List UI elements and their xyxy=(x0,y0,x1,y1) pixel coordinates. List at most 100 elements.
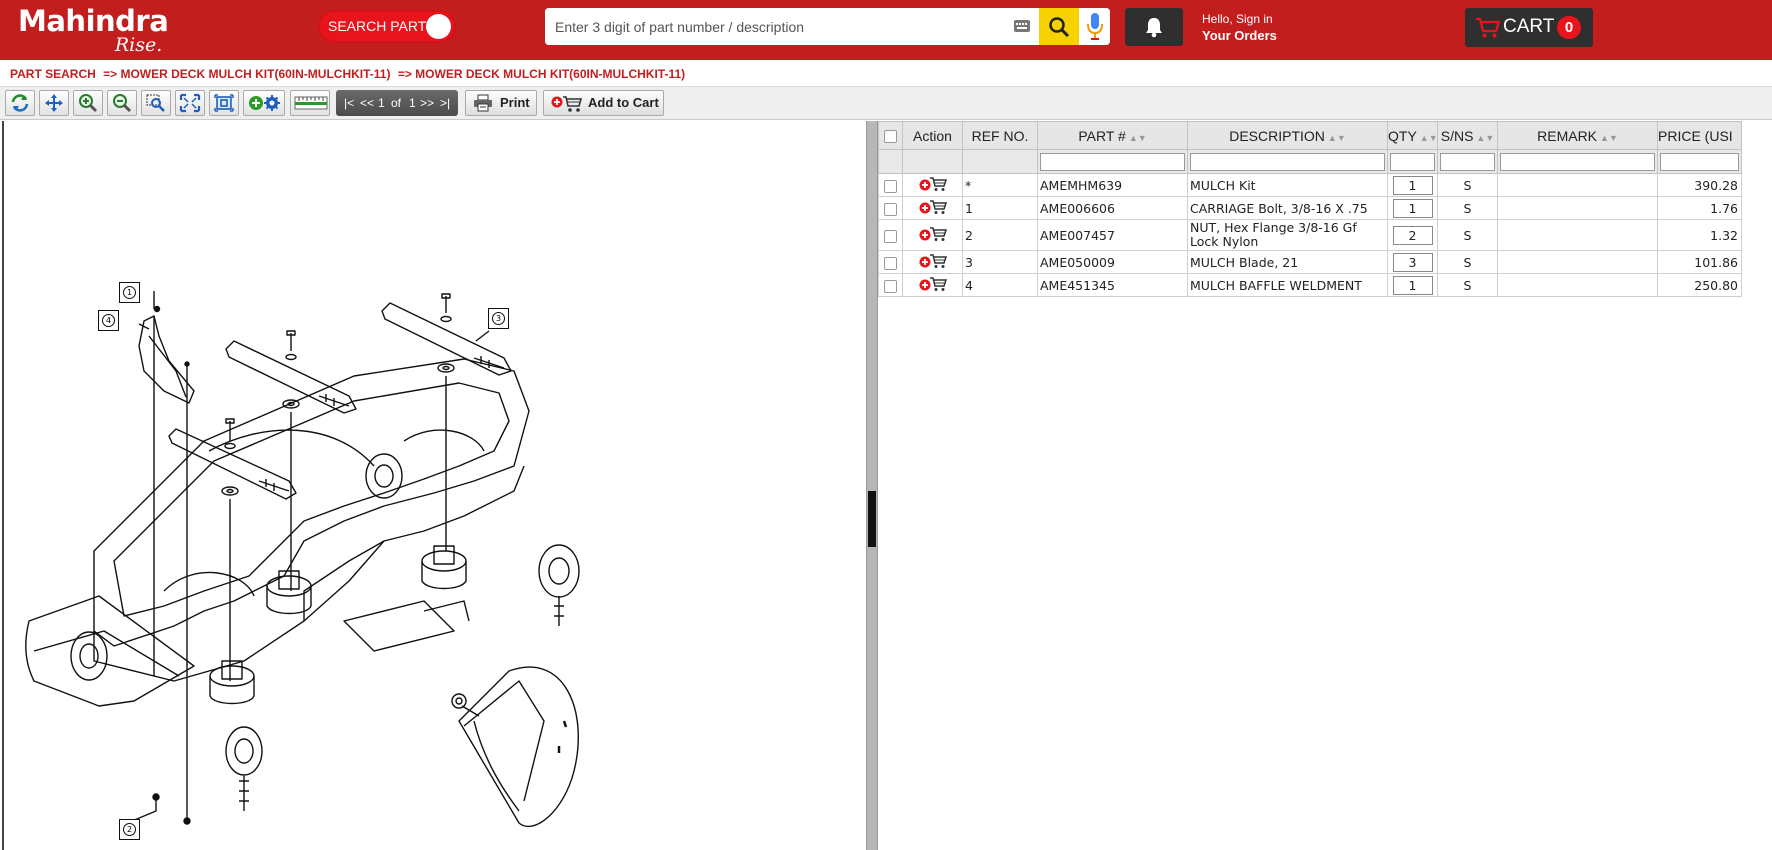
sort-icon: ▲▼ xyxy=(1600,132,1618,143)
zoom-in-button[interactable] xyxy=(73,90,103,116)
breadcrumb: PART SEARCH => MOWER DECK MULCH KIT(60IN… xyxy=(0,60,1772,87)
current-page-number[interactable]: 1 xyxy=(378,90,385,116)
column-header-part-number[interactable]: PART # ▲▼ xyxy=(1037,121,1188,150)
row-action-cell xyxy=(902,173,963,197)
last-page-button[interactable]: >| xyxy=(440,90,450,116)
search-input[interactable] xyxy=(545,8,1020,45)
filter-part-number-input[interactable] xyxy=(1040,152,1185,171)
row-remark xyxy=(1497,250,1658,274)
filter-qty-input[interactable] xyxy=(1390,152,1435,171)
zoom-window-icon xyxy=(146,94,165,112)
row-select-cell xyxy=(878,196,903,220)
splitter-handle[interactable] xyxy=(868,491,876,547)
pane-splitter[interactable] xyxy=(866,121,878,850)
row-select-cell xyxy=(878,250,903,274)
cart-button[interactable]: CART 0 xyxy=(1465,8,1593,47)
parts-diagram-pane[interactable]: 1 2 3 4 xyxy=(2,121,866,850)
filter-price-input[interactable] xyxy=(1660,152,1739,171)
filter-description-input[interactable] xyxy=(1190,152,1385,171)
row-select-cell xyxy=(878,219,903,251)
row-checkbox[interactable] xyxy=(884,279,897,293)
first-page-button[interactable]: |< xyxy=(344,90,354,116)
fit-to-screen-button[interactable] xyxy=(175,90,205,116)
add-to-cart-icon[interactable] xyxy=(919,226,947,245)
column-header-sns[interactable]: S/NS ▲▼ xyxy=(1437,121,1498,150)
measure-button[interactable] xyxy=(290,90,330,116)
your-orders-link[interactable]: Your Orders xyxy=(1202,27,1277,44)
column-header-ref-no[interactable]: REF NO. xyxy=(962,121,1038,150)
logo-tagline: Rise. xyxy=(114,34,163,56)
zoom-window-button[interactable] xyxy=(141,90,171,116)
settings-button[interactable] xyxy=(243,90,285,116)
qty-input[interactable]: 3 xyxy=(1392,252,1433,272)
add-to-cart-icon xyxy=(551,96,583,112)
callout-2[interactable]: 2 xyxy=(119,819,140,840)
site-header: Mahindra Rise. SEARCH PART Hello, Sign i… xyxy=(0,0,1772,60)
add-to-cart-icon[interactable] xyxy=(919,253,947,272)
row-qty-cell: 1 xyxy=(1387,173,1438,197)
row-checkbox[interactable] xyxy=(884,256,897,270)
mahindra-logo[interactable]: Mahindra Rise. xyxy=(18,6,169,56)
row-sns: S xyxy=(1437,196,1498,220)
next-page-button[interactable]: >> xyxy=(420,90,434,116)
qty-input[interactable]: 1 xyxy=(1392,275,1433,295)
table-row[interactable]: 2 AME007457 NUT, Hex Flange 3/8-16 Gf Lo… xyxy=(878,219,1742,251)
notifications-button[interactable] xyxy=(1125,8,1183,46)
sort-icon: ▲▼ xyxy=(1128,132,1147,143)
row-checkbox[interactable] xyxy=(884,229,897,243)
table-row[interactable]: 4 AME451345 MULCH BAFFLE WELDMENT 1 S 25… xyxy=(878,273,1742,297)
column-header-qty[interactable]: QTY ▲▼ xyxy=(1387,121,1438,150)
row-description: MULCH Kit xyxy=(1187,173,1388,197)
voice-search-button[interactable] xyxy=(1079,8,1110,45)
column-header-description[interactable]: DESCRIPTION ▲▼ xyxy=(1187,121,1388,150)
row-part-number: AME006606 xyxy=(1037,196,1188,220)
keyboard-icon[interactable] xyxy=(1008,16,1038,38)
select-all-checkbox[interactable] xyxy=(884,130,897,144)
qty-input[interactable]: 2 xyxy=(1392,225,1433,245)
refresh-button[interactable] xyxy=(5,90,35,116)
add-to-cart-button[interactable]: Add to Cart xyxy=(543,90,664,116)
add-to-cart-icon[interactable] xyxy=(919,276,947,295)
callout-4[interactable]: 4 xyxy=(98,310,119,331)
breadcrumb-mower-deck-1[interactable]: => MOWER DECK MULCH KIT(60IN-MULCHKIT-11… xyxy=(103,67,390,81)
table-row[interactable]: 3 AME050009 MULCH Blade, 21 3 S 101.86 xyxy=(878,250,1742,274)
table-row[interactable]: 1 AME006606 CARRIAGE Bolt, 3/8-16 X .75 … xyxy=(878,196,1742,220)
row-description: MULCH BAFFLE WELDMENT xyxy=(1187,273,1388,297)
filter-cell-remark xyxy=(1497,149,1658,174)
zoom-out-button[interactable] xyxy=(107,90,137,116)
callout-3[interactable]: 3 xyxy=(488,308,509,329)
row-ref-no: 4 xyxy=(962,273,1038,297)
prev-page-button[interactable]: << xyxy=(360,90,374,116)
callout-1[interactable]: 1 xyxy=(119,282,140,303)
row-price: 101.86 xyxy=(1657,250,1742,274)
add-to-cart-icon[interactable] xyxy=(919,176,947,195)
filter-sns-input[interactable] xyxy=(1440,152,1495,171)
print-button[interactable]: Print xyxy=(465,90,537,116)
search-button[interactable] xyxy=(1039,8,1079,45)
breadcrumb-mower-deck-2[interactable]: => MOWER DECK MULCH KIT(60IN-MULCHKIT-11… xyxy=(398,67,685,81)
cart-count-badge: 0 xyxy=(1557,16,1581,39)
row-sns: S xyxy=(1437,273,1498,297)
mower-deck-exploded-diagram[interactable] xyxy=(4,121,866,850)
parts-table: Action REF NO. PART # ▲▼ DESCRIPTION ▲▼ QT… xyxy=(878,121,1742,297)
breadcrumb-part-search[interactable]: PART SEARCH xyxy=(10,67,96,81)
row-checkbox[interactable] xyxy=(884,202,897,216)
column-header-price[interactable]: PRICE (USI xyxy=(1657,121,1742,150)
fit-selection-button[interactable] xyxy=(209,90,239,116)
account-link[interactable]: Hello, Sign in Your Orders xyxy=(1202,12,1277,44)
filter-cell-part xyxy=(1037,149,1188,174)
table-row[interactable]: * AMEMHM639 MULCH Kit 1 S 390.28 xyxy=(878,173,1742,197)
qty-input[interactable]: 1 xyxy=(1392,175,1433,195)
qty-input[interactable]: 1 xyxy=(1392,198,1433,218)
microphone-icon xyxy=(1087,13,1103,40)
search-part-toggle[interactable]: SEARCH PART xyxy=(318,10,456,43)
column-header-remark[interactable]: REMARK ▲▼ xyxy=(1497,121,1658,150)
pan-button[interactable] xyxy=(39,90,69,116)
filter-remark-input[interactable] xyxy=(1500,152,1655,171)
row-checkbox[interactable] xyxy=(884,179,897,193)
row-description: MULCH Blade, 21 xyxy=(1187,250,1388,274)
filter-cell-action xyxy=(902,149,963,174)
add-to-cart-icon[interactable] xyxy=(919,199,947,218)
filter-cell-ref xyxy=(962,149,1038,174)
row-action-cell xyxy=(902,219,963,251)
